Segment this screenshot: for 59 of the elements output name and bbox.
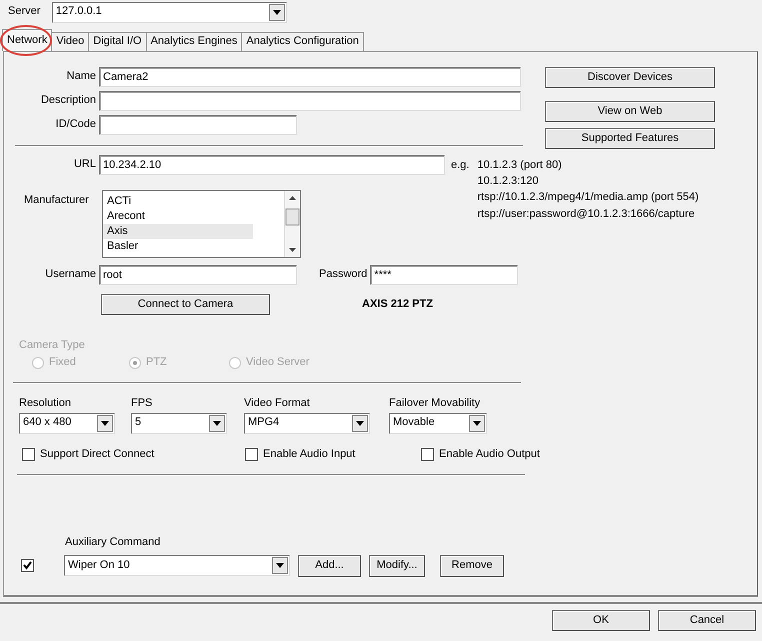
tab[interactable]: Analytics Configuration [241,32,364,51]
command-button[interactable]: Remove [440,554,504,577]
username-field[interactable]: root [99,265,297,285]
side-button[interactable]: Discover Devices [545,67,715,88]
description-field[interactable] [99,91,521,111]
eg-label: e.g. [451,159,470,173]
dialog-button[interactable]: Cancel [658,610,756,631]
radio-label: Video Server [246,356,310,370]
dropdown[interactable]: MPG4 [244,412,370,434]
camera-model-text: AXIS 212 PTZ [362,298,433,312]
manufacturer-list[interactable]: ACTi Arecont Axis Basler [102,190,301,258]
checkbox-label: Enable Audio Output [439,448,540,461]
side-button[interactable]: Supported Features [545,128,715,149]
dropdown[interactable]: 5 [131,412,227,434]
dialog-button[interactable]: OK [552,610,650,631]
dropdown[interactable]: 640 x 480 [19,412,115,434]
checkbox[interactable] [22,448,35,461]
dropdown-label: Video Format [244,397,311,411]
dropdown-label: Failover Movability [389,397,482,411]
checkbox-label: Enable Audio Input [263,448,356,461]
dropdown[interactable]: Movable [389,412,487,434]
url-example: rtsp://user:password@10.1.2.3:1666/capture [477,208,696,221]
radio-label: Fixed [49,356,76,370]
url-field[interactable]: 10.234.2.10 [99,155,445,175]
dropdown-label: FPS [131,397,154,411]
url-example: 10.1.2.3 (port 80) [477,159,563,172]
list-item[interactable]: Basler [103,239,253,254]
connect-button[interactable]: Connect to Camera [101,294,270,315]
command-button[interactable]: Modify... [369,554,425,577]
field-label: Description [40,94,97,108]
server-dropdown[interactable]: 127.0.0.1 [52,2,287,22]
url-example: 10.1.2.3:120 [477,175,540,188]
checkbox[interactable] [21,559,34,572]
auxiliary-command-dropdown[interactable]: Wiper On 10 [64,555,290,576]
dropdown-label: Resolution [19,397,72,411]
tab[interactable]: Network [2,29,52,51]
username-label: Username [44,268,97,282]
command-button[interactable]: Add... [298,554,361,577]
list-item[interactable]: Arecont [103,209,253,224]
manufacturer-label: Manufacturer [24,194,90,208]
radio-label: PTZ [146,356,167,370]
checkbox-label: Support Direct Connect [40,448,154,461]
list-item[interactable]: Axis [103,224,253,239]
url-example: rtsp://10.1.2.3/mpeg4/1/media.amp (port 554) [477,191,699,205]
id-code-field[interactable] [99,115,297,135]
checkbox[interactable] [421,448,434,461]
field-label: ID/Code [54,118,97,132]
url-label: URL [72,158,97,172]
password-label: Password [319,268,368,282]
auxiliary-label: Auxiliary Command [65,536,160,549]
name-field[interactable]: Camera2 [99,67,521,87]
server-label: Server [8,5,40,19]
field-label: Name [66,70,97,84]
side-button[interactable]: View on Web [545,101,715,122]
password-field[interactable]: **** [370,265,518,285]
checkbox[interactable] [245,448,258,461]
list-item[interactable]: ACTi [103,194,253,209]
camera-type-label: Camera Type [19,339,85,352]
scrollbar[interactable] [284,191,300,257]
